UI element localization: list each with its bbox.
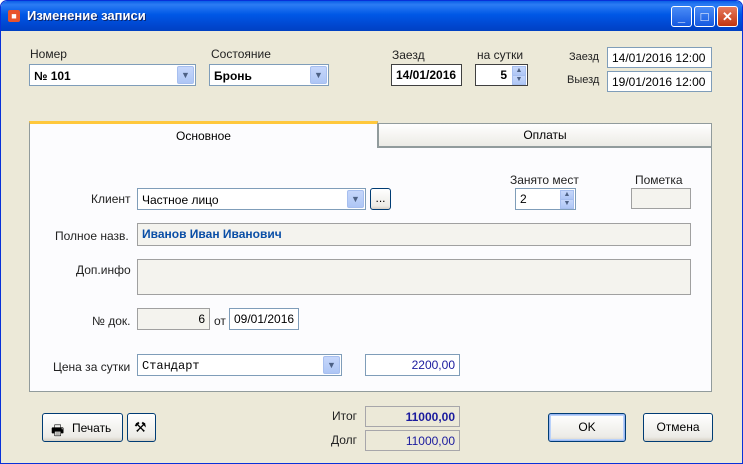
checkin-datetime-field: 14/01/2016 12:00	[607, 47, 712, 68]
fullname-field[interactable]: Иванов Иван Иванович	[137, 223, 691, 246]
close-button[interactable]: ✕	[717, 6, 738, 27]
printer-icon: 🖶	[51, 422, 65, 438]
debt-field: 11000,00	[365, 430, 460, 451]
maximize-button[interactable]: □	[694, 6, 715, 27]
seats-label: Занято мест	[510, 173, 579, 187]
doc-number-field[interactable]: 6	[137, 308, 210, 330]
price-label: Цена за сутки	[53, 360, 131, 374]
room-value: № 101	[34, 69, 71, 83]
client-label: Клиент	[91, 192, 131, 206]
tab-main[interactable]: Основное	[29, 121, 378, 148]
client-value: Частное лицо	[142, 193, 219, 207]
chevron-down-icon[interactable]: ▼	[323, 356, 340, 374]
doc-from-label: от	[214, 314, 226, 328]
mark-label: Пометка	[635, 173, 683, 187]
total-label: Итог	[332, 409, 358, 423]
maximize-icon: □	[700, 9, 709, 24]
minimize-icon: _	[677, 9, 686, 24]
debt-label: Долг	[331, 433, 358, 447]
edit-record-window: ■ Изменение записи _ □ ✕ Номер № 101 ▼ С…	[0, 0, 743, 464]
checkin-label: Заезд	[392, 48, 425, 62]
seats-value: 2	[520, 192, 527, 206]
checkin-date-field[interactable]: 14/01/2016	[391, 64, 462, 86]
state-select[interactable]: Бронь ▼	[209, 64, 329, 86]
chevron-down-icon[interactable]: ▼	[347, 190, 364, 208]
fullname-label: Полное назв.	[55, 229, 129, 243]
price-field[interactable]: 2200,00	[365, 354, 460, 376]
seats-field[interactable]: 2 ▲ ▼	[515, 188, 576, 210]
price-type-value: Стандарт	[142, 359, 200, 373]
nights-value: 5	[500, 68, 507, 82]
checkout-datetime-field: 19/01/2016 12:00	[607, 71, 712, 92]
tools-icon: ⚒	[134, 419, 147, 435]
state-value: Бронь	[214, 69, 252, 83]
ok-button[interactable]: OK	[548, 413, 626, 442]
price-type-select[interactable]: Стандарт ▼	[137, 354, 342, 376]
nights-label: на сутки	[477, 48, 524, 62]
doc-label: № док.	[92, 314, 131, 328]
info-label: Доп.инфо	[76, 263, 131, 277]
room-label: Номер	[30, 47, 67, 61]
app-icon: ■	[8, 10, 20, 22]
close-icon: ✕	[722, 9, 733, 24]
tools-button[interactable]: ⚒	[127, 413, 156, 442]
title-bar: ■ Изменение записи _ □ ✕	[1, 1, 742, 31]
browse-client-button[interactable]: ...	[370, 188, 391, 210]
window-title: Изменение записи	[27, 8, 146, 23]
info-field[interactable]	[137, 259, 691, 295]
doc-date-field[interactable]: 09/01/2016	[229, 308, 299, 330]
mark-field[interactable]	[631, 188, 691, 209]
cancel-button[interactable]: Отмена	[643, 413, 713, 442]
checkin-full-label: Заезд	[569, 51, 599, 63]
chevron-down-icon[interactable]: ▼	[310, 66, 327, 84]
minimize-button[interactable]: _	[671, 6, 692, 27]
tab-payments[interactable]: Оплаты	[378, 123, 712, 147]
spin-down-icon[interactable]: ▼	[512, 75, 526, 85]
print-button[interactable]: 🖶 Печать	[42, 413, 123, 442]
total-field: 11000,00	[365, 406, 460, 427]
checkout-label: Выезд	[567, 74, 600, 86]
state-label: Состояние	[211, 47, 271, 61]
room-select[interactable]: № 101 ▼	[29, 64, 196, 86]
client-select[interactable]: Частное лицо ▼	[137, 188, 366, 210]
chevron-down-icon[interactable]: ▼	[177, 66, 194, 84]
spin-down-icon[interactable]: ▼	[560, 199, 574, 209]
nights-field[interactable]: 5 ▲ ▼	[475, 64, 528, 86]
print-label: Печать	[72, 421, 112, 435]
